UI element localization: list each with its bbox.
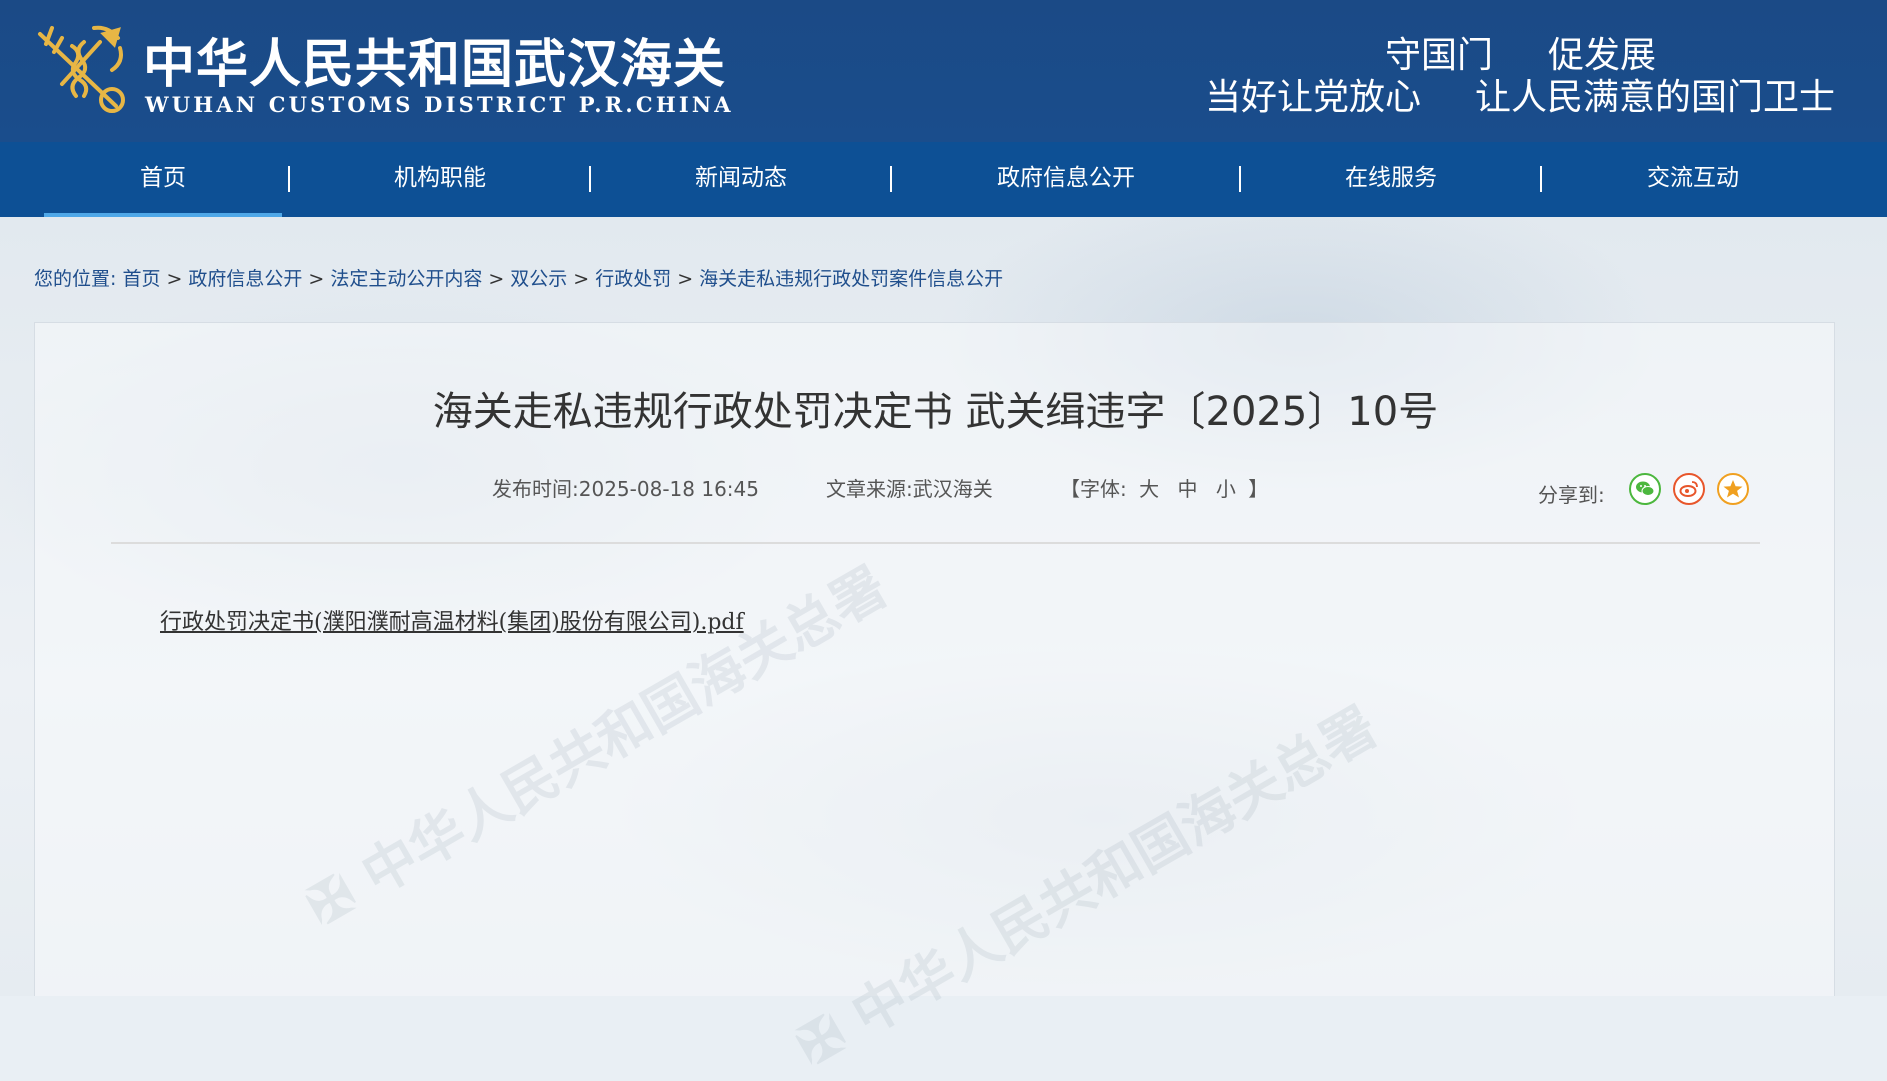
- nav-item-organization[interactable]: 机构职能: [345, 142, 535, 217]
- nav-item-online-service[interactable]: 在线服务: [1296, 142, 1486, 217]
- breadcrumb-separator: >: [166, 268, 183, 290]
- breadcrumb-current[interactable]: 海关走私违规行政处罚案件信息公开: [699, 268, 1003, 290]
- favorite-icon: [1723, 480, 1743, 498]
- publish-time-value: 2025-08-18 16:45: [578, 477, 759, 501]
- breadcrumb: 您的位置: 首页 > 政府信息公开 > 法定主动公开内容 > 双公示 > 行政处罚 > 海关走私违规…: [34, 264, 1003, 291]
- site-title-english: WUHAN CUSTOMS DISTRICT P.R.CHINA: [145, 92, 734, 117]
- publish-time: 发布时间:2025-08-18 16:45: [492, 473, 759, 502]
- attachment-pdf-link[interactable]: 行政处罚决定书(濮阳濮耐高温材料(集团)股份有限公司).pdf: [160, 604, 744, 636]
- nav-divider: [1239, 166, 1241, 192]
- nav-divider: [1540, 166, 1542, 192]
- share-wechat-button[interactable]: [1629, 473, 1661, 505]
- source-label: 文章来源:: [826, 477, 913, 501]
- breadcrumb-statutory-content[interactable]: 法定主动公开内容: [330, 268, 482, 290]
- site-title: 中华人民共和国武汉海关: [143, 34, 727, 95]
- nav-item-interaction[interactable]: 交流互动: [1598, 142, 1788, 217]
- nav-item-gov-info[interactable]: 政府信息公开: [966, 142, 1166, 217]
- breadcrumb-separator: >: [308, 268, 325, 290]
- main-nav: 首页 机构职能 新闻动态 政府信息公开 在线服务 交流互动: [0, 142, 1887, 217]
- breadcrumb-gov-info[interactable]: 政府信息公开: [188, 268, 302, 290]
- article-divider: [111, 542, 1760, 544]
- share-weibo-button[interactable]: [1673, 473, 1705, 505]
- font-size-selector: 【字体: 大 中 小 】: [1060, 473, 1268, 502]
- share-favorite-button[interactable]: [1717, 473, 1749, 505]
- watermark-logo: ✠ 中华人民共和国海关总署: [785, 694, 1388, 1079]
- article-panel: ✠ 中华人民共和国海关总署 ✠ 中华人民共和国海关总署 海关走私违规行政处罚决定…: [34, 322, 1835, 1079]
- site-header: 中华人民共和国武汉海关 WUHAN CUSTOMS DISTRICT P.R.C…: [0, 0, 1887, 142]
- nav-divider: [890, 166, 892, 192]
- breadcrumb-home[interactable]: 首页: [122, 268, 160, 290]
- nav-item-home[interactable]: 首页: [44, 142, 282, 217]
- wechat-icon: [1636, 481, 1655, 496]
- slogan-3: 当好让党放心: [1205, 77, 1422, 118]
- font-size-label: 【字体:: [1060, 477, 1127, 501]
- nav-divider: [589, 166, 591, 192]
- breadcrumb-separator: >: [677, 268, 694, 290]
- font-size-small[interactable]: 小: [1216, 477, 1236, 501]
- article-source: 文章来源:武汉海关: [826, 473, 993, 502]
- share-label: 分享到:: [1538, 483, 1605, 507]
- breadcrumb-prefix: 您的位置:: [34, 268, 117, 290]
- breadcrumb-separator: >: [573, 268, 590, 290]
- font-size-large[interactable]: 大: [1139, 477, 1159, 501]
- breadcrumb-admin-penalty[interactable]: 行政处罚: [595, 268, 671, 290]
- slogan-4: 让人民满意的国门卫士: [1475, 77, 1836, 118]
- publish-time-label: 发布时间:: [492, 477, 579, 501]
- font-size-medium[interactable]: 中: [1177, 477, 1197, 501]
- nav-item-news[interactable]: 新闻动态: [646, 142, 836, 217]
- breadcrumb-double-publicity[interactable]: 双公示: [510, 268, 567, 290]
- font-size-close: 】: [1248, 477, 1269, 501]
- nav-divider: [288, 166, 290, 192]
- article-title: 海关走私违规行政处罚决定书 武关缉违字〔2025〕10号: [432, 389, 1439, 435]
- weibo-icon: [1679, 481, 1698, 497]
- source-value: 武汉海关: [912, 477, 993, 501]
- breadcrumb-separator: >: [488, 268, 505, 290]
- customs-emblem-icon[interactable]: [32, 24, 132, 118]
